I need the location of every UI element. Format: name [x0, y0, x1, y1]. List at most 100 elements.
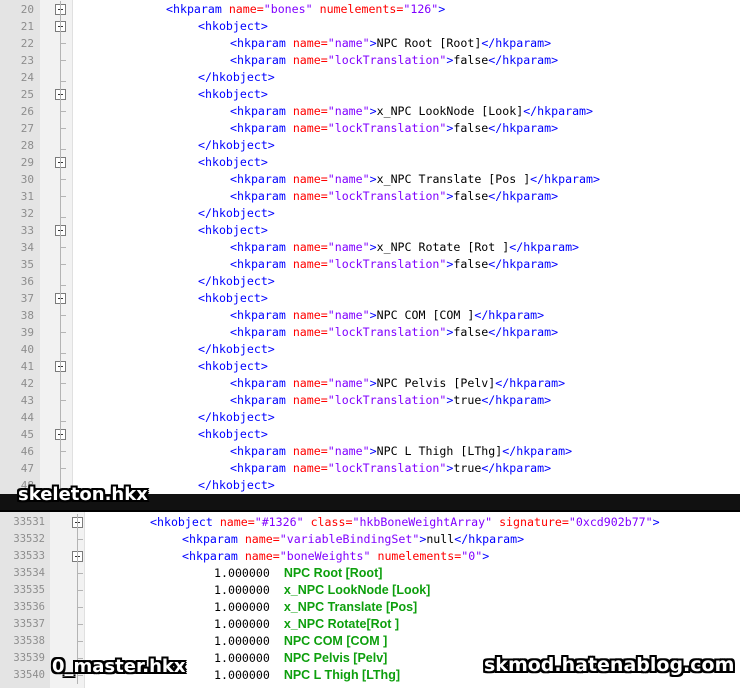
code-line[interactable]: 40 </hkobject>: [0, 341, 740, 358]
code-line[interactable]: 37 <hkobject>: [0, 290, 740, 307]
token-tag: <hkobject>: [198, 223, 268, 237]
code-text[interactable]: </hkobject>: [198, 137, 275, 154]
code-line[interactable]: 46 <hkparam name="name">NPC L Thigh [LThg…: [0, 443, 740, 460]
code-text[interactable]: <hkparam name="name">NPC Root [Root]</hk…: [230, 35, 551, 52]
code-line[interactable]: 33533 <hkparam name="boneWeights" numelem…: [0, 548, 740, 565]
code-line[interactable]: 41 <hkobject>: [0, 358, 740, 375]
code-line[interactable]: 44 </hkobject>: [0, 409, 740, 426]
code-text[interactable]: <hkparam name="lockTranslation">true</hk…: [230, 460, 551, 477]
code-line[interactable]: 36 </hkobject>: [0, 273, 740, 290]
code-text[interactable]: </hkobject>: [198, 69, 275, 86]
code-line[interactable]: 35 <hkparam name="lockTranslation">false<…: [0, 256, 740, 273]
code-text[interactable]: <hkobject>: [198, 222, 268, 239]
token-tag: <hkparam: [230, 461, 293, 475]
code-text[interactable]: <hkparam name="variableBindingSet">null<…: [182, 531, 524, 548]
token-val: "0": [461, 549, 483, 563]
code-text[interactable]: <hkobject>: [198, 18, 268, 35]
code-line[interactable]: 33534 1.000000 NPC Root [Root]: [0, 565, 740, 582]
code-line[interactable]: 20 <hkparam name="bones" numelements="126…: [0, 1, 740, 18]
code-text[interactable]: <hkparam name="name">NPC COM [COM ]</hkp…: [230, 307, 544, 324]
code-line[interactable]: 33535 1.000000 x_NPC LookNode [Look]: [0, 582, 740, 599]
code-text[interactable]: 1.000000 x_NPC Rotate[Rot ]: [214, 616, 399, 633]
code-line[interactable]: 28 </hkobject>: [0, 137, 740, 154]
code-line[interactable]: 29 <hkobject>: [0, 154, 740, 171]
code-text[interactable]: 1.000000 NPC COM [COM ]: [214, 633, 387, 650]
line-number: 33539: [13, 652, 45, 664]
code-text[interactable]: <hkparam name="lockTranslation">false</h…: [230, 188, 558, 205]
code-text[interactable]: 1.000000 x_NPC LookNode [Look]: [214, 582, 430, 599]
code-line[interactable]: 34 <hkparam name="name">x_NPC Rotate [Rot…: [0, 239, 740, 256]
code-text[interactable]: <hkobject>: [198, 358, 268, 375]
code-line[interactable]: 33536 1.000000 x_NPC Translate [Pos]: [0, 599, 740, 616]
code-line[interactable]: 45 <hkobject>: [0, 426, 740, 443]
token-tag: </hkparam>: [523, 104, 594, 118]
token-num: 1.000000: [214, 583, 284, 597]
code-line[interactable]: 47 <hkparam name="lockTranslation">true</…: [0, 460, 740, 477]
code-text[interactable]: 1.000000 NPC L Thigh [LThg]: [214, 667, 400, 684]
token-num: 1.000000: [214, 651, 284, 665]
code-line[interactable]: 33537 1.000000 x_NPC Rotate[Rot ]: [0, 616, 740, 633]
code-line[interactable]: 43 <hkparam name="lockTranslation">true</…: [0, 392, 740, 409]
code-text[interactable]: <hkobject>: [198, 426, 268, 443]
code-line[interactable]: 26 <hkparam name="name">x_NPC LookNode [L…: [0, 103, 740, 120]
token-txt: NPC Pelvis [Pelv]: [376, 376, 496, 390]
code-text[interactable]: <hkparam name="name">NPC Pelvis [Pelv]</…: [230, 375, 565, 392]
code-text[interactable]: <hkparam name="name">x_NPC Translate [Po…: [230, 171, 600, 188]
line-number: 33535: [13, 584, 45, 596]
token-txt: true: [453, 461, 482, 475]
token-tag: >: [369, 172, 377, 186]
code-text[interactable]: <hkparam name="name">NPC L Thigh [LThg]<…: [230, 443, 572, 460]
code-line[interactable]: 23 <hkparam name="lockTranslation">false<…: [0, 52, 740, 69]
code-line[interactable]: 38 <hkparam name="name">NPC COM [COM ]</h…: [0, 307, 740, 324]
code-text[interactable]: <hkobject>: [198, 290, 268, 307]
token-txt: x_NPC Translate [Pos ]: [376, 172, 531, 186]
code-text[interactable]: <hkobject>: [198, 154, 268, 171]
fold-guide-line: [60, 1, 61, 494]
code-text[interactable]: <hkparam name="boneWeights" numelements=…: [182, 548, 489, 565]
code-text[interactable]: </hkobject>: [198, 205, 275, 222]
code-text[interactable]: <hkparam name="name">x_NPC LookNode [Loo…: [230, 103, 593, 120]
code-text[interactable]: 1.000000 NPC Root [Root]: [214, 565, 382, 582]
code-text[interactable]: <hkparam name="lockTranslation">false</h…: [230, 324, 558, 341]
code-line[interactable]: 30 <hkparam name="name">x_NPC Translate […: [0, 171, 740, 188]
code-text[interactable]: <hkparam name="lockTranslation">false</h…: [230, 120, 558, 137]
code-line[interactable]: 33532 <hkparam name="variableBindingSet">…: [0, 531, 740, 548]
token-tag: </hkparam>: [488, 189, 559, 203]
code-text[interactable]: 1.000000 x_NPC Translate [Pos]: [214, 599, 417, 616]
token-tag: <hkparam: [230, 121, 293, 135]
code-line[interactable]: 31 <hkparam name="lockTranslation">false<…: [0, 188, 740, 205]
code-line[interactable]: 21 <hkobject>: [0, 18, 740, 35]
code-line[interactable]: 32 </hkobject>: [0, 205, 740, 222]
code-line[interactable]: 27 <hkparam name="lockTranslation">false<…: [0, 120, 740, 137]
code-text[interactable]: </hkobject>: [198, 341, 275, 358]
code-text[interactable]: <hkparam name="lockTranslation">false</h…: [230, 256, 558, 273]
code-text[interactable]: </hkobject>: [198, 477, 275, 494]
token-tag: </hkobject>: [198, 70, 275, 84]
code-line[interactable]: 42 <hkparam name="name">NPC Pelvis [Pelv]…: [0, 375, 740, 392]
code-line[interactable]: 24 </hkobject>: [0, 69, 740, 86]
code-text[interactable]: <hkobject>: [198, 86, 268, 103]
editor-pane-skeleton[interactable]: 20 <hkparam name="bones" numelements="126…: [0, 0, 740, 494]
code-line[interactable]: 33538 1.000000 NPC COM [COM ]: [0, 633, 740, 650]
code-text[interactable]: </hkobject>: [198, 409, 275, 426]
code-line[interactable]: 39 <hkparam name="lockTranslation">false<…: [0, 324, 740, 341]
code-text[interactable]: <hkparam name="lockTranslation">true</hk…: [230, 392, 551, 409]
token-num: 1.000000: [214, 668, 284, 682]
code-text[interactable]: <hkparam name="name">x_NPC Rotate [Rot ]…: [230, 239, 579, 256]
code-text[interactable]: </hkobject>: [198, 273, 275, 290]
token-val: "boneWeights": [279, 549, 371, 563]
code-text[interactable]: <hkparam name="bones" numelements="126">: [166, 1, 445, 18]
code-line[interactable]: 22 <hkparam name="name">NPC Root [Root]</…: [0, 35, 740, 52]
token-val: "lockTranslation": [327, 257, 447, 271]
code-text[interactable]: 1.000000 NPC Pelvis [Pelv]: [214, 650, 387, 667]
token-tag: </hkparam>: [474, 308, 545, 322]
code-text[interactable]: <hkobject name="#1326" class="hkbBoneWei…: [150, 514, 660, 531]
code-line[interactable]: 25 <hkobject>: [0, 86, 740, 103]
token-num: 1.000000: [214, 600, 284, 614]
code-text[interactable]: <hkparam name="lockTranslation">false</h…: [230, 52, 558, 69]
line-number: 33532: [13, 533, 45, 545]
code-line[interactable]: 33 <hkobject>: [0, 222, 740, 239]
code-line[interactable]: 33531 <hkobject name="#1326" class="hkbBo…: [0, 514, 740, 531]
token-tag: <hkobject>: [198, 19, 268, 33]
token-num: 1.000000: [214, 566, 284, 580]
